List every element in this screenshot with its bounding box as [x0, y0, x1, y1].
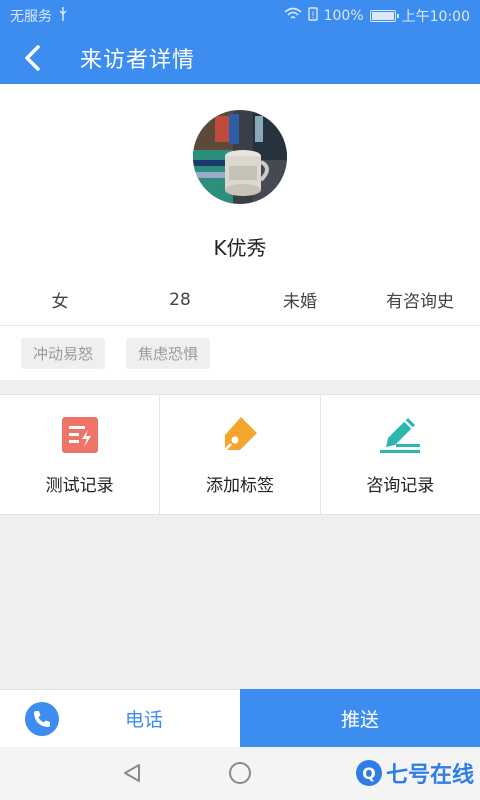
watermark-logo-icon: Q	[355, 760, 382, 786]
clock-time: 上午10:00	[401, 9, 470, 25]
back-button[interactable]	[0, 32, 64, 84]
age-value: 28	[169, 289, 191, 310]
add-tag-button[interactable]: 添加标签	[159, 395, 319, 514]
page-title: 来访者详情	[80, 48, 196, 73]
nav-back-icon[interactable]	[122, 763, 142, 787]
client-name: K优秀	[213, 236, 267, 260]
carrier-text: 无服务	[10, 9, 52, 25]
test-record-button[interactable]: 测试记录	[0, 395, 159, 514]
add-tag-label: 添加标签	[205, 476, 274, 496]
watermark: Q 七号在线	[355, 757, 474, 789]
info-row: 女 28 未婚 有咨询史	[0, 274, 480, 326]
chevron-left-icon	[25, 45, 40, 71]
test-record-label: 测试记录	[45, 476, 114, 496]
gender-value: 女	[51, 292, 69, 312]
title-bar: 来访者详情	[0, 32, 480, 84]
consult-record-icon	[378, 413, 422, 457]
phone-label: 电话	[125, 709, 164, 731]
phone-button[interactable]: 电话	[0, 689, 240, 747]
nav-home-icon[interactable]	[229, 762, 251, 784]
push-button[interactable]: 推送	[240, 689, 480, 747]
battery-percent: 100%	[323, 8, 364, 24]
action-grid: 测试记录 添加标签 咨询记录	[0, 394, 480, 515]
battery-icon	[369, 10, 399, 22]
consult-history-value: 有咨询史	[386, 292, 454, 312]
tag-item: 焦虑恐惧	[126, 337, 211, 369]
phone-icon	[25, 701, 59, 736]
status-bar: 无服务 ! 100% 上午10:00	[0, 0, 480, 32]
bottom-bar: 电话 推送	[0, 689, 480, 747]
tag-item: 冲动易怒	[21, 337, 106, 369]
svg-text:!: !	[311, 11, 315, 21]
test-record-icon	[58, 413, 102, 457]
marital-status-value: 未婚	[283, 292, 317, 312]
usb-icon	[58, 7, 68, 25]
wifi-icon	[284, 7, 302, 25]
consult-record-button[interactable]: 咨询记录	[319, 395, 480, 514]
consult-record-label: 咨询记录	[366, 476, 435, 496]
profile-section: K优秀	[0, 84, 480, 274]
add-tag-icon	[218, 413, 262, 457]
sim-alert-icon: !	[307, 7, 318, 25]
avatar[interactable]	[193, 110, 287, 204]
watermark-text: 七号在线	[385, 763, 474, 788]
tag-list: 冲动易怒 焦虑恐惧	[0, 326, 480, 380]
system-nav-bar: Q 七号在线	[0, 747, 480, 800]
